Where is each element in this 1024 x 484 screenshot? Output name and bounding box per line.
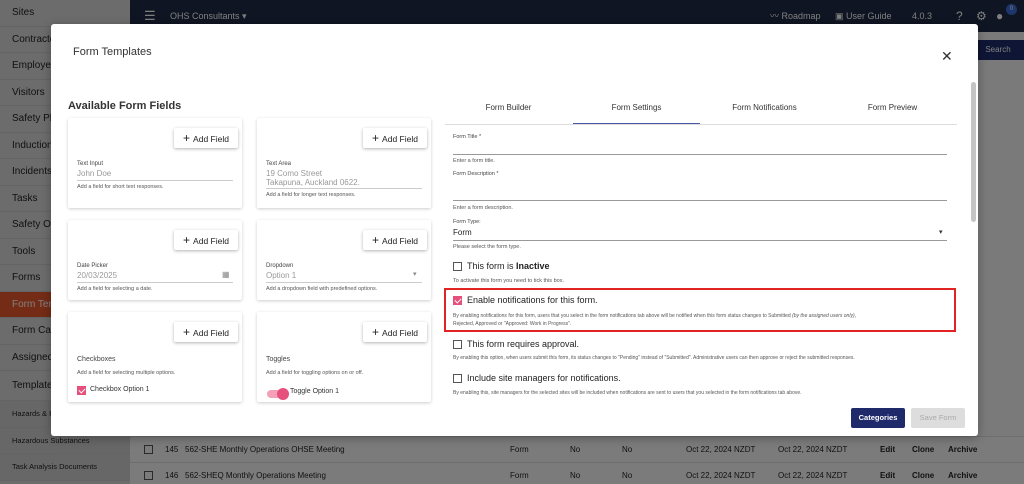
inactive-checkbox-label: This form is Inactive	[467, 261, 550, 271]
active-tab-indicator	[573, 123, 700, 124]
modal-scrollbar[interactable]	[971, 82, 976, 222]
include-site-managers-label: Include site managers for notifications.	[467, 373, 621, 383]
field-card-toggles: + Add Field Toggles Add a field for toggl…	[257, 312, 431, 402]
include-site-managers-help: By enabling this, site managers for the …	[453, 390, 802, 396]
field-card-text-area: + Add Field Text Area 19 Como Street Taka…	[257, 118, 431, 208]
tab-form-notifications[interactable]: Form Notifications	[701, 103, 828, 112]
field-sample-value: Checkbox Option 1	[90, 386, 150, 393]
enable-notifications-checkbox[interactable]	[453, 296, 462, 305]
requires-approval-label: This form requires approval.	[467, 339, 580, 349]
field-label: Text Input	[77, 161, 104, 167]
close-icon[interactable]: ✕	[941, 48, 953, 65]
include-site-managers-checkbox[interactable]	[453, 374, 462, 383]
chevron-down-icon: ▾	[413, 271, 417, 278]
available-fields-title: Available Form Fields	[68, 100, 182, 112]
field-label: Date Picker	[77, 263, 109, 269]
enable-notifications-help: By enabling notifications for this form,…	[453, 313, 857, 327]
calendar-icon: ▦	[222, 270, 230, 279]
field-sample-value: Option 1	[266, 271, 297, 280]
field-help: Add a field for selecting multiple optio…	[77, 370, 176, 376]
tab-form-preview[interactable]: Form Preview	[829, 103, 956, 112]
field-sample-value: 19 Como Street	[266, 169, 323, 178]
field-card-text-input: + Add Field Text Input John Doe Add a fie…	[68, 118, 242, 208]
field-help: Add a field for longer text responses.	[266, 192, 356, 198]
add-field-button[interactable]: + Add Field	[174, 230, 238, 250]
field-card-dropdown: + Add Field Dropdown Option 1 ▾ Add a dro…	[257, 220, 431, 300]
form-description-help: Enter a form description.	[453, 205, 513, 211]
add-field-button[interactable]: + Add Field	[174, 322, 238, 342]
add-field-button[interactable]: + Add Field	[174, 128, 238, 148]
sample-toggle	[267, 388, 289, 400]
add-field-button[interactable]: + Add Field	[363, 322, 427, 342]
field-card-date-picker: + Add Field Date Picker 20/03/2025 ▦ Add …	[68, 220, 242, 300]
add-field-button[interactable]: + Add Field	[363, 230, 427, 250]
field-help: Add a field for short text responses.	[77, 184, 164, 190]
form-type-select[interactable]: Form	[453, 228, 472, 237]
requires-approval-checkbox[interactable]	[453, 340, 462, 349]
field-label: Text Area	[266, 161, 292, 167]
inactive-help: To activate this form you need to tick t…	[453, 278, 564, 284]
tab-form-builder[interactable]: Form Builder	[445, 103, 572, 112]
field-label: Dropdown	[266, 263, 294, 269]
field-label: Toggles	[266, 356, 291, 363]
tab-form-settings[interactable]: Form Settings	[573, 103, 700, 112]
inactive-checkbox[interactable]	[453, 262, 462, 271]
modal-title: Form Templates	[73, 46, 152, 58]
form-title-help: Enter a form title.	[453, 158, 495, 164]
add-field-button[interactable]: + Add Field	[363, 128, 427, 148]
field-help: Add a field for selecting a date.	[77, 286, 153, 292]
form-title-input[interactable]	[453, 154, 947, 155]
requires-approval-help: By enabling this option, when users subm…	[453, 355, 855, 361]
form-type-help: Please select the form type.	[453, 244, 521, 250]
form-templates-modal: Form Templates ✕ Available Form Fields +…	[51, 24, 978, 436]
form-description-label: Form Description *	[453, 171, 499, 177]
field-help: Add a field for toggling options on or o…	[266, 370, 364, 376]
categories-button[interactable]: Categories	[851, 408, 905, 428]
field-help: Add a dropdown field with predefined opt…	[266, 286, 378, 292]
field-sample-value: Takapuna, Auckland 0622.	[266, 178, 360, 187]
field-sample-value: John Doe	[77, 169, 112, 178]
field-label: Checkboxes	[77, 356, 116, 363]
sample-checkbox	[77, 386, 86, 395]
form-type-label: Form Type:	[453, 219, 481, 225]
chevron-down-icon[interactable]: ▾	[939, 228, 943, 236]
field-sample-value: 20/03/2025	[77, 271, 118, 280]
save-form-button[interactable]: Save Form	[911, 408, 965, 428]
form-title-label: Form Title *	[453, 134, 482, 140]
field-sample-value: Toggle Option 1	[290, 388, 340, 395]
form-description-input[interactable]	[453, 200, 947, 201]
field-card-checkboxes: + Add Field Checkboxes Add a field for se…	[68, 312, 242, 402]
enable-notifications-label: Enable notifications for this form.	[467, 295, 598, 305]
